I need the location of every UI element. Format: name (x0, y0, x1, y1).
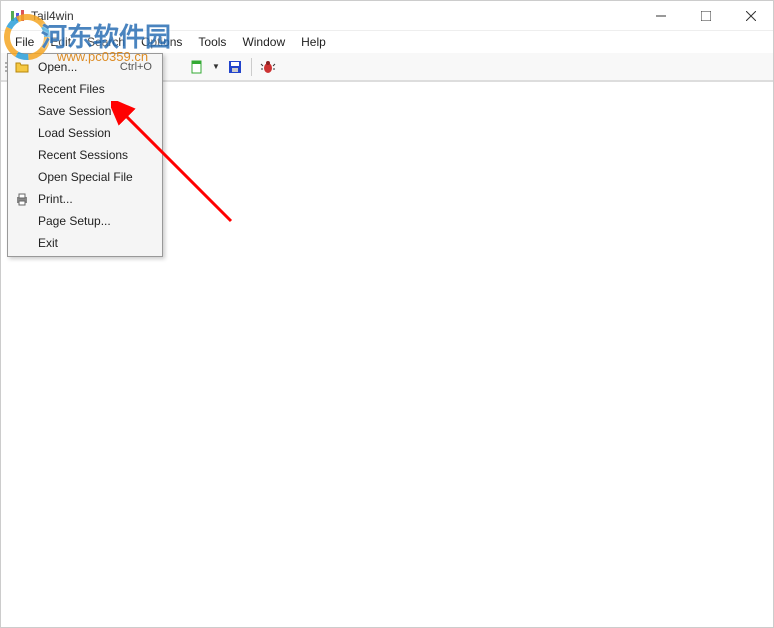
menu-options[interactable]: Options (133, 33, 190, 51)
window-controls (638, 1, 773, 31)
menu-help[interactable]: Help (293, 33, 334, 51)
menu-item-open-special[interactable]: Open Special File (10, 166, 160, 188)
menu-item-save-session[interactable]: Save Session (10, 100, 160, 122)
toolbar-document-dropdown[interactable]: ▼ (210, 62, 222, 71)
menu-item-label: Exit (34, 236, 160, 250)
menu-item-open[interactable]: Open... Ctrl+O (10, 56, 160, 78)
menu-edit[interactable]: Edit (42, 33, 79, 51)
menu-item-recent-files[interactable]: Recent Files (10, 78, 160, 100)
menu-window[interactable]: Window (234, 33, 293, 51)
menu-item-label: Recent Sessions (34, 148, 160, 162)
menu-item-page-setup[interactable]: Page Setup... (10, 210, 160, 232)
menu-item-label: Print... (34, 192, 160, 206)
toolbar-separator (251, 58, 252, 76)
toolbar-document-icon[interactable] (186, 56, 208, 78)
menu-item-label: Page Setup... (34, 214, 160, 228)
minimize-button[interactable] (638, 1, 683, 31)
maximize-button[interactable] (683, 1, 728, 31)
menu-item-label: Save Session (34, 104, 160, 118)
close-button[interactable] (728, 1, 773, 31)
file-dropdown-menu: Open... Ctrl+O Recent Files Save Session… (7, 53, 163, 257)
menu-file[interactable]: File (7, 33, 42, 51)
title-left: Tail4win (9, 8, 74, 24)
menu-item-label: Open... (34, 60, 120, 74)
menu-item-shortcut: Ctrl+O (120, 61, 160, 73)
menu-item-print[interactable]: Print... (10, 188, 160, 210)
menu-item-load-session[interactable]: Load Session (10, 122, 160, 144)
menu-item-exit[interactable]: Exit (10, 232, 160, 254)
print-icon (10, 191, 34, 207)
toolbar-bug-icon[interactable] (257, 56, 279, 78)
app-icon (9, 8, 25, 24)
menu-item-recent-sessions[interactable]: Recent Sessions (10, 144, 160, 166)
menubar: File Edit Search Options Tools Window He… (1, 31, 773, 53)
menu-item-label: Recent Files (34, 82, 160, 96)
open-icon (10, 59, 34, 75)
menu-tools[interactable]: Tools (190, 33, 234, 51)
menu-search[interactable]: Search (79, 33, 133, 51)
menu-item-label: Load Session (34, 126, 160, 140)
menu-item-label: Open Special File (34, 170, 160, 184)
window-title: Tail4win (31, 9, 74, 23)
toolbar-save-icon[interactable] (224, 56, 246, 78)
titlebar: Tail4win (1, 1, 773, 31)
